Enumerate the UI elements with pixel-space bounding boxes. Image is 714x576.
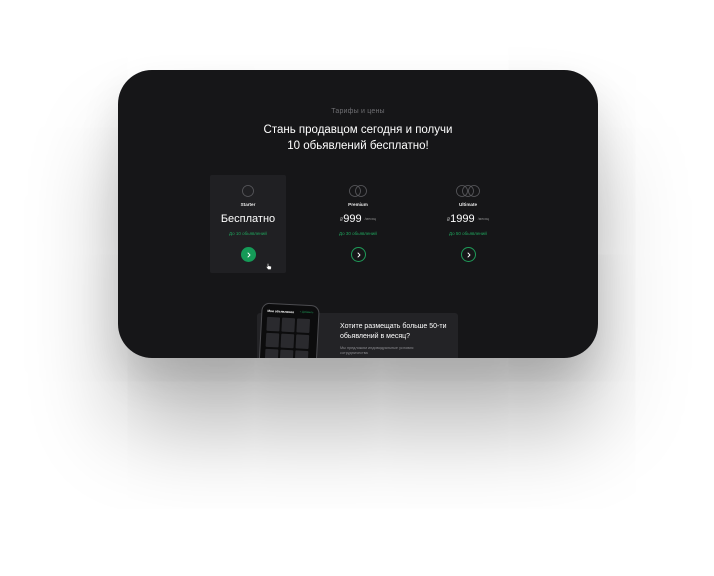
plan-name: Starter [240, 202, 256, 207]
listing-tile [295, 334, 310, 350]
headline-line-2: 10 обьявлений бесплатно! [287, 140, 429, 152]
headline-line-1: Стань продавцом сегодня и получи [263, 124, 453, 136]
phone-mockup: Мои обьявления + Добавить [258, 302, 320, 358]
chevron-right-icon [247, 252, 250, 257]
plan-limit: До 30 обьявлений [339, 231, 377, 236]
select-plan-button[interactable] [461, 247, 476, 262]
plan-price: ₽1999 /месяц [430, 213, 506, 225]
double-ring-icon [349, 185, 367, 197]
listing-tile [294, 350, 309, 358]
plan-price-value: 999 [343, 213, 362, 225]
plan-price: ₽999 /месяц [320, 213, 396, 225]
plan-price-value: 1999 [450, 213, 475, 225]
pricing-section-card: Тарифы и цены Стань продавцом сегодня и … [118, 70, 598, 358]
plan-card-starter[interactable]: Starter Бесплатно До 10 обьявлений [210, 175, 286, 273]
section-headline: Стань продавцом сегодня и получи 10 обья… [118, 122, 598, 154]
plan-limit: До 10 обьявлений [229, 231, 267, 236]
listing-tile [264, 348, 279, 358]
plan-card-ultimate[interactable]: Ultimate ₽1999 /месяц До 50 обьявлений [430, 175, 506, 273]
plan-name: Premium [348, 202, 368, 207]
phone-header: Мои обьявления [267, 308, 295, 315]
plan-price-value: Бесплатно [220, 213, 276, 225]
chevron-right-icon [357, 252, 360, 257]
phone-listing-grid [264, 316, 313, 358]
select-plan-button[interactable] [241, 247, 256, 262]
chevron-right-icon [467, 252, 470, 257]
listing-tile [279, 349, 294, 358]
plan-period: /месяц [364, 217, 376, 221]
plan-card-premium[interactable]: Premium ₽999 /месяц До 30 обьявлений [320, 175, 396, 273]
listing-tile [265, 332, 280, 348]
section-eyebrow: Тарифы и цены [331, 108, 385, 115]
listing-tile [280, 333, 295, 349]
promo-title: Хотите размещать больше 50-ти обьявлений… [340, 323, 447, 340]
hand-pointer-icon [266, 263, 272, 270]
triple-ring-icon [456, 185, 480, 197]
single-ring-icon [242, 185, 254, 197]
phone-add-badge: + Добавить [299, 310, 314, 315]
select-plan-button[interactable] [351, 247, 366, 262]
plan-price: Бесплатно [210, 213, 286, 225]
plan-period: /месяц [477, 217, 489, 221]
plan-limit: До 50 обьявлений [449, 231, 487, 236]
promo-text: Мы предложим индивидуальные условия сотр… [340, 346, 414, 355]
listing-tile [296, 318, 311, 334]
listing-tile [281, 317, 296, 333]
plan-name: Ultimate [458, 202, 478, 207]
listing-tile [266, 316, 281, 332]
